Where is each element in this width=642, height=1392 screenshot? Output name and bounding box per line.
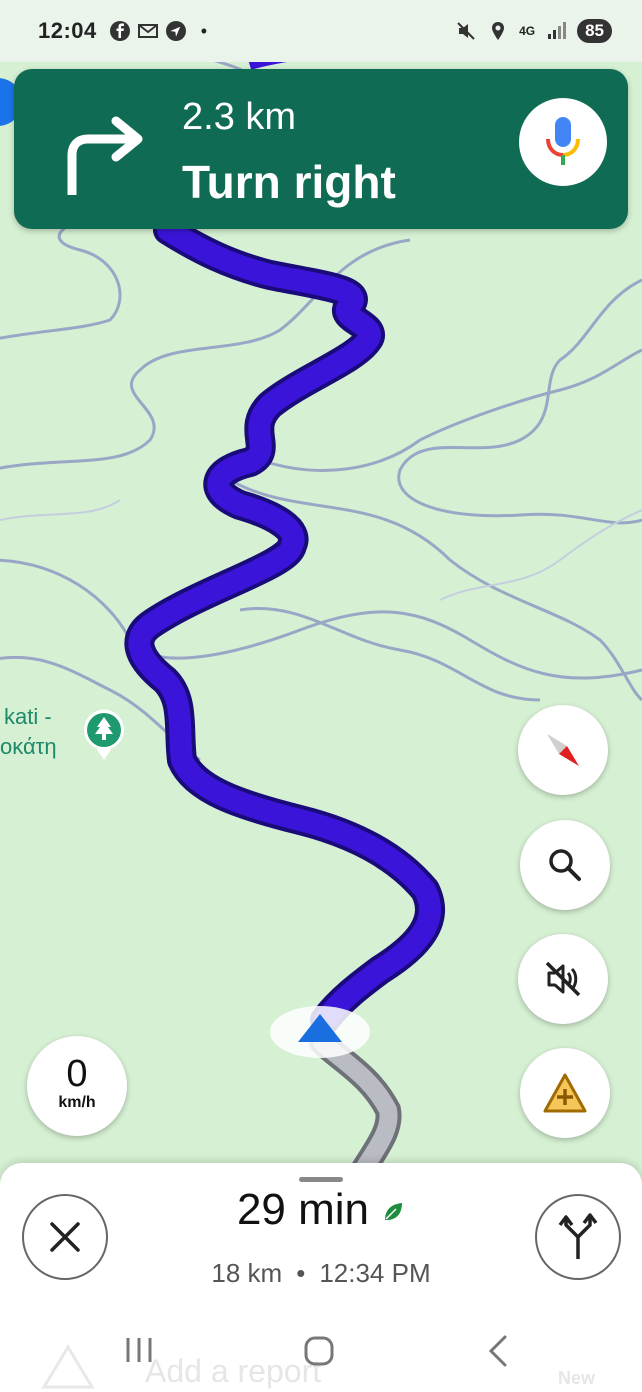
speed-value: 0 (66, 1053, 88, 1095)
mute-icon (457, 22, 475, 40)
status-time: 12:04 (38, 18, 97, 43)
navigation-banner[interactable]: 2.3 km Turn right (14, 69, 628, 229)
compass-icon (547, 734, 579, 766)
compass-button[interactable] (518, 705, 608, 795)
maps-nav-icon (165, 21, 186, 41)
location-icon (492, 22, 505, 40)
maneuver-distance: 2.3 km (182, 96, 297, 138)
turn-right-icon (67, 116, 143, 195)
tree-icon[interactable] (80, 708, 128, 762)
add-report-icon (543, 1073, 587, 1113)
sound-off-icon (545, 961, 581, 997)
search-button[interactable] (520, 820, 610, 910)
signal-icon (548, 22, 567, 39)
search-icon (549, 849, 581, 881)
back-icon[interactable] (486, 1334, 510, 1368)
maneuver-instruction: Turn right (182, 156, 396, 208)
sound-button[interactable] (518, 934, 608, 1024)
speed-unit: km/h (58, 1094, 96, 1111)
facebook-icon (109, 21, 130, 41)
gmail-icon (137, 24, 158, 38)
route-options-icon (558, 1213, 598, 1259)
eco-leaf-icon (385, 1203, 403, 1221)
system-nav-bar (0, 1310, 642, 1392)
mic-icon (546, 117, 580, 165)
recent-apps-icon[interactable] (124, 1336, 154, 1364)
home-icon[interactable] (303, 1335, 335, 1367)
eta-duration: 29 min (236, 1185, 370, 1234)
speedometer: 0 km/h (27, 1036, 127, 1136)
add-report-button[interactable] (520, 1048, 610, 1138)
battery-level: 85 (577, 19, 612, 43)
alternate-routes-button[interactable] (535, 1194, 621, 1280)
poi-label[interactable]: kati - οκάτη (0, 702, 57, 762)
trip-distance: 18 km (211, 1258, 283, 1288)
sheet-handle[interactable] (299, 1177, 343, 1182)
voice-button[interactable] (519, 98, 607, 186)
arrival-time: 12:34 PM (319, 1258, 431, 1288)
more-notifications-icon: • (200, 20, 208, 41)
status-bar: 12:04 • 4G 85 (0, 0, 642, 62)
current-location-marker (270, 1006, 370, 1058)
network-type: 4G (519, 24, 536, 38)
